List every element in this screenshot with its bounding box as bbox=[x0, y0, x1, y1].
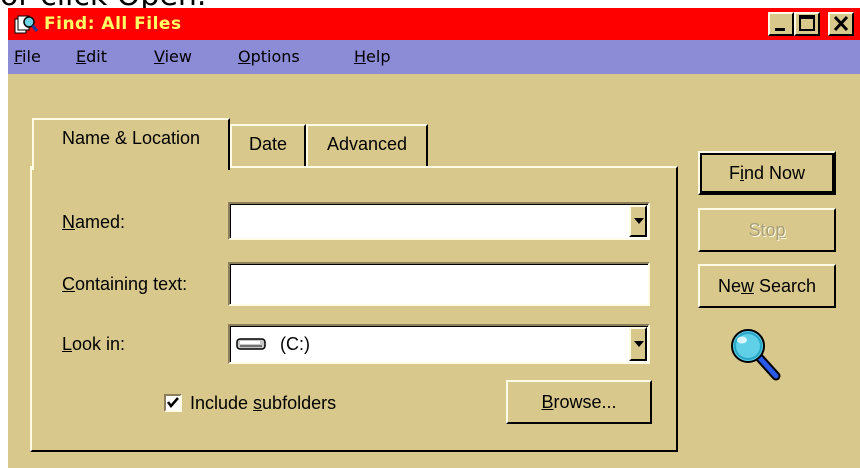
drive-icon bbox=[236, 337, 266, 356]
look-in-combobox[interactable]: (C:) bbox=[228, 324, 650, 364]
window-title: Find: All Files bbox=[44, 14, 182, 34]
look-in-value: (C:) bbox=[280, 334, 310, 354]
maximize-button[interactable] bbox=[794, 12, 820, 36]
menu-file[interactable]: File bbox=[14, 45, 41, 69]
named-label: Named: bbox=[62, 212, 126, 232]
minimize-icon bbox=[775, 28, 785, 31]
find-app-icon bbox=[14, 13, 39, 35]
containing-text-input[interactable] bbox=[228, 262, 650, 306]
tab-date[interactable]: Date bbox=[230, 124, 306, 166]
include-subfolders-label[interactable]: Include subfolders bbox=[190, 391, 336, 415]
find-window: Find: All Files File Edit View Options H… bbox=[8, 8, 860, 468]
look-in-dropdown-button[interactable] bbox=[629, 327, 647, 361]
find-now-button[interactable]: Find Now bbox=[698, 151, 836, 195]
menu-bar: File Edit View Options Help bbox=[8, 40, 860, 74]
tab-name-location-label: Name & Location bbox=[61, 128, 201, 148]
browse-button[interactable]: Browse... bbox=[506, 380, 652, 424]
named-combobox[interactable] bbox=[228, 202, 650, 240]
tab-name-location[interactable]: Name & Location bbox=[32, 118, 230, 170]
include-subfolders-checkbox[interactable] bbox=[164, 394, 182, 412]
menu-help[interactable]: Help bbox=[354, 45, 390, 69]
close-button[interactable] bbox=[828, 12, 854, 36]
containing-text-label: Containing text: bbox=[62, 274, 188, 294]
chevron-down-icon bbox=[634, 218, 644, 224]
magnifier-icon bbox=[728, 326, 784, 387]
menu-edit[interactable]: Edit bbox=[76, 45, 107, 69]
stop-button[interactable]: Stop bbox=[698, 208, 836, 252]
menu-view[interactable]: View bbox=[154, 45, 192, 69]
name-location-panel: Named: Containing text: Look in: (C:) In… bbox=[30, 166, 678, 452]
close-icon bbox=[833, 15, 849, 32]
menu-options[interactable]: Options bbox=[238, 45, 300, 69]
tab-advanced-label: Advanced bbox=[326, 134, 408, 154]
title-bar[interactable]: Find: All Files bbox=[8, 8, 860, 40]
checkmark-icon bbox=[167, 397, 179, 408]
named-dropdown-button[interactable] bbox=[629, 205, 647, 237]
maximize-icon bbox=[799, 15, 815, 31]
tab-date-label: Date bbox=[248, 134, 288, 154]
chevron-down-icon bbox=[634, 341, 644, 347]
look-in-label: Look in: bbox=[62, 334, 126, 354]
tab-advanced[interactable]: Advanced bbox=[306, 124, 428, 166]
minimize-button[interactable] bbox=[768, 12, 794, 36]
new-search-button[interactable]: New Search bbox=[698, 264, 836, 308]
